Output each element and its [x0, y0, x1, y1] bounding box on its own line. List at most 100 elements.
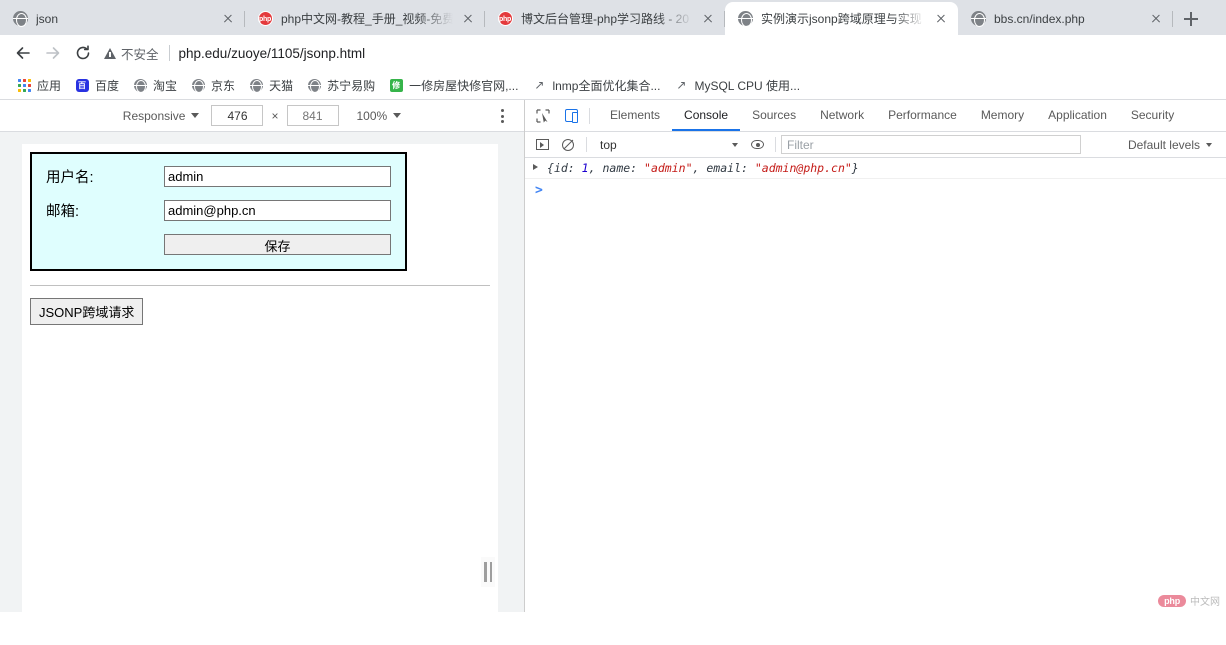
close-icon[interactable] [699, 10, 717, 28]
devtools-tab-elements[interactable]: Elements [598, 100, 672, 131]
bookmark-mysql-cpu[interactable]: ↗ MySQL CPU 使用... [667, 74, 807, 97]
chevron-down-icon [191, 113, 200, 118]
bookmark-label: MySQL CPU 使用... [694, 79, 801, 93]
device-viewport-wrapper: 用户名: 邮箱: 保存 JSONP跨域请求 [0, 132, 524, 612]
browser-tab-4[interactable]: bbs.cn/index.php [958, 2, 1173, 35]
email-input[interactable] [164, 200, 391, 221]
devtools-tab-memory[interactable]: Memory [969, 100, 1036, 131]
tab-title: 实例演示jsonp跨域原理与实现 [761, 12, 922, 26]
security-label: 不安全 [121, 47, 159, 62]
reload-button[interactable] [68, 38, 98, 68]
bookmark-icon: ↗ [676, 78, 687, 92]
globe-icon [12, 11, 28, 27]
clear-console-button[interactable] [555, 133, 581, 157]
bookmark-baidu[interactable]: 百 百度 [68, 74, 126, 97]
globe-icon [307, 79, 321, 93]
live-expressions-button[interactable] [744, 133, 770, 157]
browser-tab-3[interactable]: 实例演示jsonp跨域原理与实现 [725, 2, 958, 35]
log-comma-2: , [692, 161, 700, 175]
new-tab-button[interactable] [1177, 5, 1205, 33]
log-open-brace: { [547, 161, 554, 175]
address-bar[interactable]: 不安全 php.edu/zuoye/1105/jsonp.html [104, 39, 1218, 67]
bookmark-suning[interactable]: 苏宁易购 [300, 74, 382, 97]
create-live-expression-button[interactable] [529, 133, 555, 157]
tab-title: json [36, 11, 59, 26]
bookmark-label: 京东 [211, 79, 236, 93]
back-button[interactable] [8, 38, 38, 68]
close-icon[interactable] [459, 10, 477, 28]
bookmark-label: 百度 [95, 79, 120, 93]
divider [30, 285, 490, 286]
execution-context-select[interactable]: top [592, 135, 744, 155]
close-icon[interactable] [219, 10, 237, 28]
devtools-pane: Elements Console Sources Network Perform… [525, 100, 1226, 612]
browser-tab-1[interactable]: php php中文网-教程_手册_视频-免费 [245, 2, 485, 35]
bookmark-apps[interactable]: 应用 [10, 74, 68, 97]
globe-icon [737, 11, 753, 27]
devtools-tab-security[interactable]: Security [1119, 100, 1186, 131]
toggle-device-toolbar-button[interactable] [557, 103, 585, 129]
arrow-right-icon [46, 47, 60, 59]
console-output[interactable]: { id: 1 , name: "admin" , email: "admin@… [525, 158, 1226, 612]
form-row-username: 用户名: [46, 166, 391, 187]
globe-icon [191, 79, 205, 93]
console-filter-input[interactable] [781, 135, 1081, 154]
console-filter-bar: top Default levels [525, 132, 1226, 158]
devtools-tab-console[interactable]: Console [672, 100, 741, 131]
bookmark-label: 淘宝 [153, 79, 178, 93]
save-button[interactable]: 保存 [164, 234, 391, 255]
user-form: 用户名: 邮箱: 保存 [30, 152, 407, 271]
username-input[interactable] [164, 166, 391, 187]
close-icon[interactable] [932, 10, 950, 28]
bookmark-jd[interactable]: 京东 [184, 74, 242, 97]
php-watermark: php 中文网 [1158, 593, 1220, 608]
expand-triangle-icon[interactable] [533, 164, 538, 170]
log-comma-1: , [588, 161, 596, 175]
log-close-brace: } [851, 161, 859, 175]
jsonp-request-button[interactable]: JSONP跨域请求 [30, 298, 144, 325]
devtools-tab-application[interactable]: Application [1036, 100, 1119, 131]
log-value-email: "admin@php.cn" [754, 161, 852, 175]
viewport-width-input[interactable] [211, 105, 264, 126]
bookmark-label: 苏宁易购 [327, 79, 376, 93]
php-icon: php [497, 11, 513, 27]
username-label: 用户名: [46, 170, 94, 186]
device-preset-select[interactable]: Responsive [111, 109, 212, 123]
tab-strip: json php php中文网-教程_手册_视频-免费 php 博文后台管理-p… [0, 0, 1226, 35]
log-key-email: email: [706, 161, 748, 175]
device-preset-label: Responsive [122, 108, 186, 123]
log-key-id: id: [553, 161, 575, 175]
close-icon[interactable] [1147, 10, 1165, 28]
bookmark-lnmp[interactable]: ↗ lnmp全面优化集合... [525, 74, 667, 97]
forward-button[interactable] [38, 38, 68, 68]
viewport-resize-handle[interactable] [481, 557, 495, 587]
browser-tab-2[interactable]: php 博文后台管理-php学习路线 - 20 [485, 2, 725, 35]
log-levels-select[interactable]: Default levels [1128, 138, 1226, 152]
globe-icon [970, 11, 986, 27]
tab-title: 博文后台管理-php学习路线 - 20 [521, 12, 690, 26]
device-zoom-select[interactable]: 100% [345, 109, 414, 123]
security-indicator[interactable]: 不安全 [104, 44, 167, 63]
devtools-tab-performance[interactable]: Performance [876, 100, 969, 131]
viewport-height-input[interactable] [286, 105, 339, 126]
globe-icon [133, 79, 147, 93]
dimension-separator: × [271, 108, 279, 123]
console-prompt[interactable]: > [525, 179, 1226, 202]
device-viewport[interactable]: 用户名: 邮箱: 保存 JSONP跨域请求 [22, 144, 498, 612]
url-text: php.edu/zuoye/1105/jsonp.html [178, 45, 366, 61]
tab-title: bbs.cn/index.php [994, 11, 1085, 26]
eye-icon [750, 140, 764, 149]
form-row-email: 邮箱: [46, 200, 391, 221]
devtools-tab-network[interactable]: Network [808, 100, 876, 131]
inspect-element-button[interactable] [529, 103, 557, 129]
bookmark-yixiu[interactable]: 修 一修房屋快修官网,... [382, 74, 525, 97]
console-log-entry[interactable]: { id: 1 , name: "admin" , email: "admin@… [525, 158, 1226, 179]
globe-icon [249, 79, 263, 93]
browser-tab-0[interactable]: json [0, 2, 245, 35]
bookmark-label: 天猫 [269, 79, 294, 93]
device-more-options-button[interactable] [494, 107, 510, 125]
bookmark-tmall[interactable]: 天猫 [242, 74, 300, 97]
bookmark-taobao[interactable]: 淘宝 [126, 74, 184, 97]
form-row-submit: 保存 [46, 234, 391, 255]
devtools-tab-sources[interactable]: Sources [740, 100, 808, 131]
